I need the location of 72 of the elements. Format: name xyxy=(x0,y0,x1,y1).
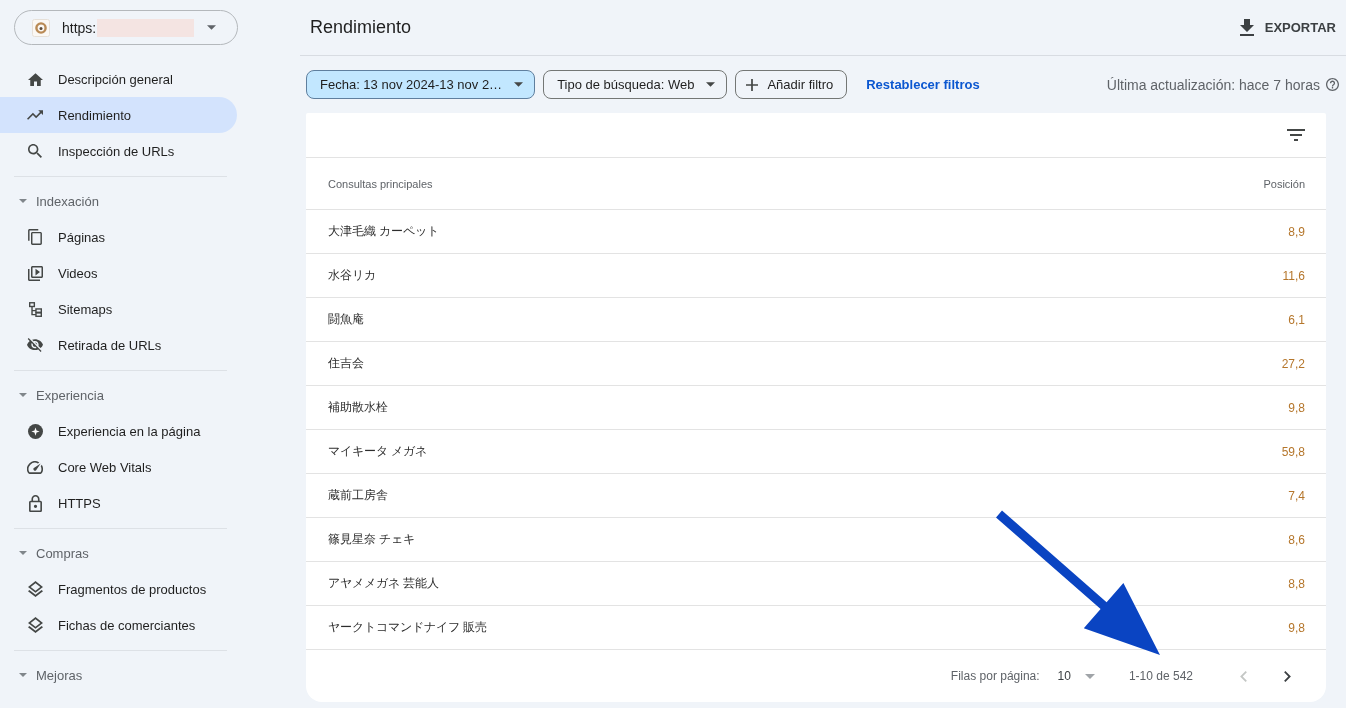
query-cell: 闘魚庵 xyxy=(328,311,364,328)
trending-up-icon xyxy=(27,110,43,120)
ring-logo-icon xyxy=(32,18,50,37)
section-header[interactable]: Compras xyxy=(0,535,89,571)
nav-item[interactable]: Páginas xyxy=(0,219,237,255)
nav-item[interactable]: Core Web Vitals xyxy=(0,449,237,485)
nav-item[interactable]: HTTPS xyxy=(0,485,237,521)
chevron-left-icon xyxy=(1239,670,1247,682)
caret-down-icon xyxy=(514,82,524,87)
position-cell: 8,8 xyxy=(1288,576,1305,591)
nav-item[interactable]: Retirada de URLs xyxy=(0,327,237,363)
nav-item[interactable]: Inspección de URLs xyxy=(0,133,237,169)
caret-down-icon xyxy=(207,25,216,30)
star-circle-icon xyxy=(27,423,43,439)
query-cell: 補助散水栓 xyxy=(328,399,388,416)
position-cell: 9,8 xyxy=(1288,620,1305,635)
nav-item[interactable]: Sitemaps xyxy=(0,291,237,327)
position-cell: 8,6 xyxy=(1288,532,1305,547)
query-cell: ヤークトコマンドナイフ 販売 xyxy=(328,619,488,636)
eye-slash-icon xyxy=(27,338,43,352)
rows-per-page-label: Filas por página: xyxy=(950,669,1040,683)
sitemap-icon xyxy=(28,301,42,317)
section-header[interactable]: Mejoras xyxy=(0,657,83,693)
nav-item[interactable]: Fragmentos de productos xyxy=(0,571,237,607)
query-cell: 大津毛織 カーペット xyxy=(328,223,440,240)
lock-icon xyxy=(28,494,42,512)
position-cell: 11,6 xyxy=(1282,268,1305,283)
nav-item[interactable]: Experiencia en la página xyxy=(0,413,237,449)
section-header[interactable]: Experiencia xyxy=(0,377,104,413)
video-icon xyxy=(27,265,43,281)
nav-item[interactable]: Rendimiento xyxy=(0,97,237,133)
query-cell: 水谷リカ xyxy=(328,267,376,284)
query-cell: 篠見星奈 チェキ xyxy=(328,531,416,548)
pages-icon xyxy=(28,229,42,245)
query-cell: 蔵前工房舎 xyxy=(328,487,388,504)
column-header[interactable]: Consultas principales xyxy=(328,177,433,190)
filter-icon[interactable] xyxy=(1287,129,1305,141)
chevron-right-icon xyxy=(1283,670,1291,682)
position-cell: 6,1 xyxy=(1288,312,1305,327)
column-header[interactable]: Posición xyxy=(1263,177,1305,190)
filter-dropdown[interactable]: Tipo de búsqueda: Web xyxy=(543,70,728,99)
last-update-text: Última actualización: hace 7 horas xyxy=(1106,76,1320,93)
position-cell: 59,8 xyxy=(1281,444,1305,459)
nav-item[interactable]: Descripción general xyxy=(0,61,237,97)
position-cell: 27,2 xyxy=(1281,356,1305,371)
query-cell: 住吉会 xyxy=(328,355,364,372)
position-cell: 9,8 xyxy=(1288,400,1305,415)
query-cell: アヤメメガネ 芸能人 xyxy=(328,575,440,592)
caret-down-icon xyxy=(706,82,716,87)
property-url-text: https: xyxy=(62,19,97,36)
rows-per-page-select[interactable]: 10 xyxy=(1055,665,1097,687)
nav-item[interactable]: Videos xyxy=(0,255,237,291)
help-icon[interactable] xyxy=(1326,78,1339,91)
download-icon xyxy=(1239,19,1254,36)
query-cell: マイキータ メガネ xyxy=(328,443,428,460)
caret-down-icon xyxy=(1084,673,1095,679)
search-icon xyxy=(28,144,42,158)
section-header[interactable]: Indexación xyxy=(0,183,99,219)
layers-icon xyxy=(27,581,43,597)
reset-filters-link[interactable]: Restablecer filtros xyxy=(866,77,980,92)
position-cell: 7,4 xyxy=(1288,488,1305,503)
nav-item[interactable]: Fichas de comerciantes xyxy=(0,607,237,643)
add-filter-button[interactable]: Añadir filtro xyxy=(735,70,848,99)
position-cell: 8,9 xyxy=(1288,224,1305,239)
filter-dropdown[interactable]: Fecha: 13 nov 2024-13 nov 2… xyxy=(306,70,536,99)
gauge-icon xyxy=(27,460,43,474)
layers-icon xyxy=(27,617,43,633)
home-icon xyxy=(27,72,43,86)
export-button[interactable]: EXPORTAR xyxy=(1239,15,1336,40)
plus-icon xyxy=(746,78,759,91)
page-range-text: 1-10 de 542 xyxy=(1128,669,1193,683)
page-title: Rendimiento xyxy=(310,17,412,38)
